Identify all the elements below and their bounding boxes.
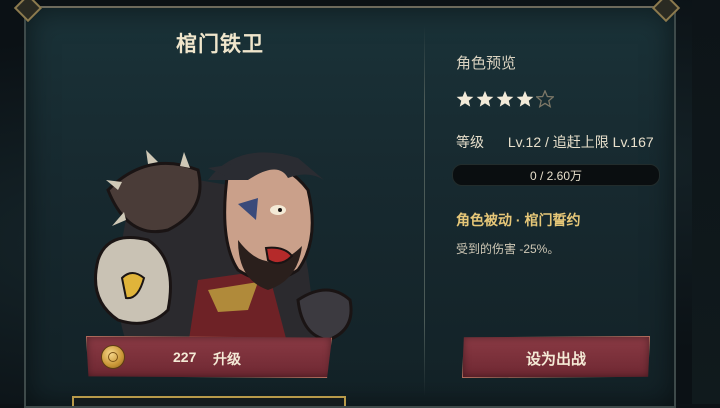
upgrade-cost: 227 — [173, 349, 197, 365]
set-deploy-button[interactable]: 设为出战 — [462, 336, 650, 378]
bottom-frame — [72, 396, 346, 406]
panel-top-border — [32, 6, 664, 8]
passive-description: 受到的伤害 -25%。 — [456, 242, 560, 256]
hero-name: 棺门铁卫 — [176, 33, 264, 56]
star-filled-icon — [476, 90, 494, 107]
xp-progress-bar: 0 / 2.60万 — [452, 164, 660, 186]
hero-portrait — [94, 150, 353, 346]
star-empty-icon — [536, 90, 554, 108]
level-key: 等级 — [456, 134, 484, 150]
star-rating — [456, 90, 556, 110]
level-row: 等级 Lv.12 / 追赶上限 Lv.167 — [456, 132, 654, 152]
upgrade-button[interactable]: 227 升级 — [86, 336, 332, 378]
level-value: Lv.12 / 追赶上限 Lv.167 — [507, 134, 654, 150]
star-filled-icon — [496, 90, 514, 107]
star-filled-icon — [456, 90, 474, 107]
upgrade-label: 升级 — [213, 351, 241, 367]
coin-icon — [101, 345, 125, 369]
star-filled-icon — [516, 90, 534, 107]
xp-text: 0 / 2.60万 — [529, 169, 583, 183]
section-title: 角色预览 — [456, 55, 517, 72]
set-deploy-label: 设为出战 — [525, 351, 586, 368]
right-edge — [692, 0, 720, 404]
panel-divider — [424, 26, 425, 396]
passive-title: 角色被动 · 棺门誓约 — [456, 212, 581, 228]
